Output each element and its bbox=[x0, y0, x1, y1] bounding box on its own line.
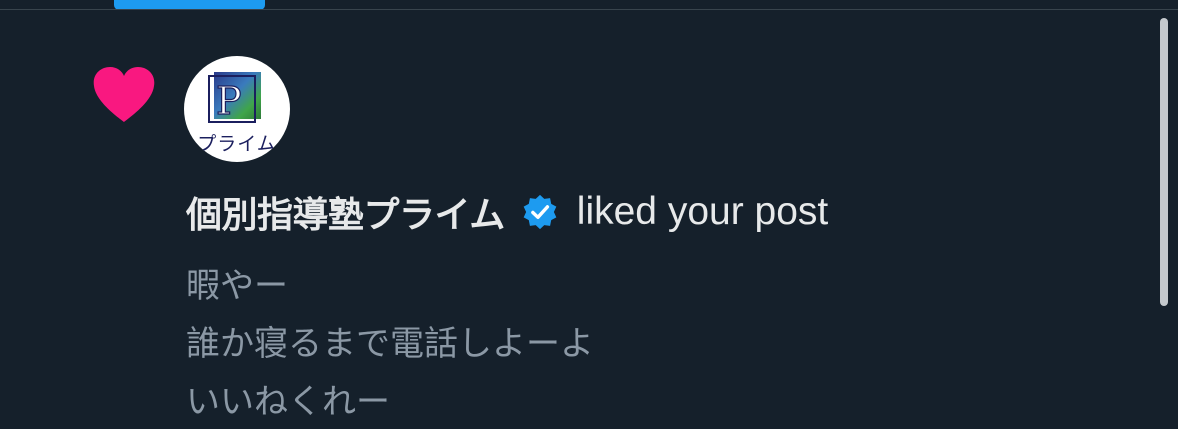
post-preview[interactable]: 暇やー 誰か寝るまで電話しよーよ いいねくれー bbox=[186, 257, 594, 429]
actor-display-name[interactable]: 個別指導塾プライム bbox=[186, 186, 505, 238]
like-notification[interactable]: P プライム 個別指導塾プライム liked your post 暇やー 誰か寝… bbox=[0, 10, 1156, 429]
post-line: 誰か寝るまで電話しよーよ bbox=[186, 324, 594, 364]
notification-headline: 個別指導塾プライム liked your post bbox=[186, 188, 828, 236]
post-line: 暇やー bbox=[186, 266, 288, 306]
scrollbar-thumb[interactable] bbox=[1160, 18, 1168, 306]
prime-logo-icon: P bbox=[208, 72, 261, 124]
notifications-timeline: P プライム 個別指導塾プライム liked your post 暇やー 誰か寝… bbox=[0, 0, 1178, 429]
action-text: liked your post bbox=[576, 190, 829, 233]
heart-icon bbox=[93, 67, 155, 122]
post-line: いいねくれー bbox=[186, 382, 390, 422]
avatar-caption: プライム bbox=[197, 133, 277, 155]
avatar-logo-letter: P bbox=[216, 79, 242, 123]
avatar[interactable]: P プライム bbox=[184, 56, 290, 162]
verified-badge-icon[interactable] bbox=[521, 193, 559, 231]
